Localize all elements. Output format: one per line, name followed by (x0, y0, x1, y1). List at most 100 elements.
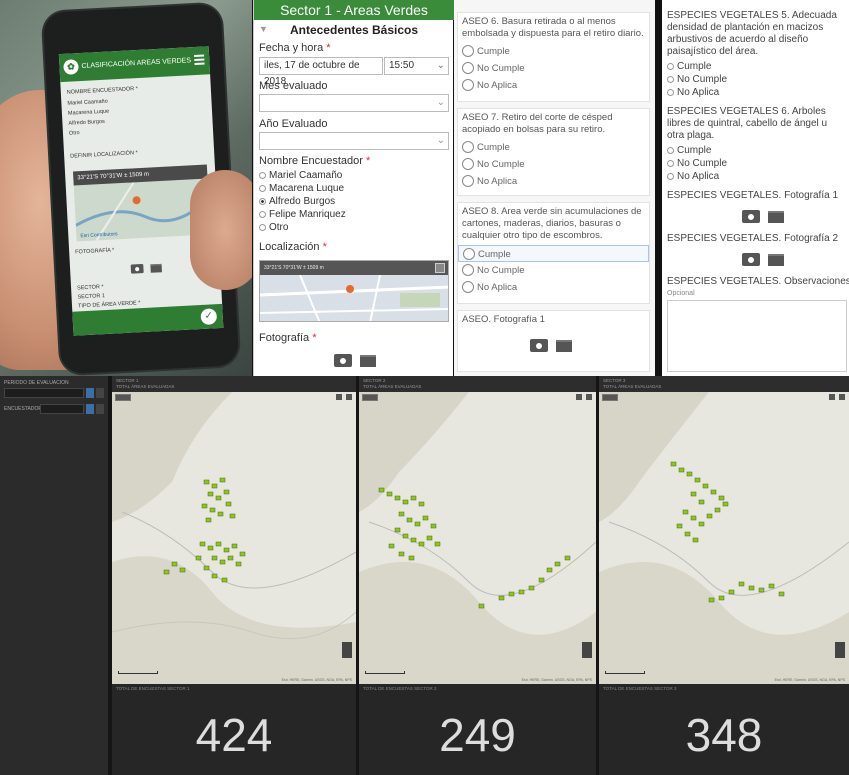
filter-button[interactable] (86, 404, 94, 414)
radio-icon[interactable] (667, 75, 674, 83)
radio-icon[interactable] (259, 184, 266, 192)
map-expand-icon[interactable] (435, 263, 445, 273)
phone-camera-icon[interactable] (128, 259, 165, 279)
radio-icon[interactable] (462, 158, 474, 171)
question-text: ASEO 6. Basura retirada o al menos embol… (462, 16, 644, 39)
option-cumple-focused[interactable]: Cumple (458, 245, 649, 262)
camera-icon[interactable] (334, 354, 352, 368)
form-antecedentes: Sector 1 - Areas Verdes ▼ Antecedentes B… (253, 0, 454, 376)
radio-icon[interactable] (463, 248, 475, 261)
radio-icon[interactable] (462, 264, 474, 277)
radio-icon[interactable] (667, 88, 674, 96)
map-title: SECTOR 2 (363, 378, 386, 383)
phone-line[interactable]: Mariel Caamaño (67, 99, 108, 107)
period-input[interactable] (4, 388, 84, 398)
encuestador-label: Nombre Encuestador * (259, 155, 371, 167)
option-no-aplica[interactable]: No Aplica (458, 279, 649, 296)
foto-buttons (334, 352, 376, 370)
phone-line[interactable]: Alfredo Burgos (68, 119, 105, 127)
radio-icon[interactable] (667, 159, 674, 167)
map-toolbar[interactable] (602, 394, 618, 401)
hora-input[interactable]: 15:50 ⌄ (384, 57, 449, 75)
option-no-aplica[interactable]: No Aplica (458, 77, 649, 94)
foto1-label: ESPECIES VEGETALES. Fotografía 1 (667, 190, 839, 201)
camera-icon[interactable] (742, 253, 760, 267)
foto-label: Fotografía * (259, 332, 317, 344)
encuestador-option[interactable]: Mariel Caamaño (259, 170, 342, 181)
filter-button[interactable] (86, 388, 94, 398)
filter-sidebar: PERIODO DE EVALUACION ENCUESTADOR (0, 376, 108, 775)
counter-value: 348 (685, 709, 763, 761)
phone-line[interactable]: SECTOR 1 (77, 293, 105, 300)
radio-icon[interactable] (462, 62, 474, 75)
obs-textarea[interactable] (667, 300, 847, 372)
search-icon[interactable] (336, 394, 342, 400)
search-icon[interactable] (576, 394, 582, 400)
app-logo-icon: ✿ (63, 59, 79, 75)
foto2-buttons (742, 251, 784, 269)
clear-button[interactable] (96, 404, 104, 414)
layers-icon[interactable] (839, 394, 845, 400)
submit-check-icon[interactable]: ✓ (200, 308, 218, 326)
folder-icon[interactable] (768, 253, 784, 266)
option-cumple[interactable]: Cumple (458, 43, 649, 60)
encuestador-option[interactable]: Otro (259, 222, 288, 233)
radio-icon[interactable] (259, 171, 266, 179)
counter-title: TOTAL DE ENCUESTAS SECTOR 3 (603, 686, 677, 691)
option-no-aplica[interactable]: No Aplica (458, 173, 649, 190)
map-toolbar[interactable] (362, 394, 378, 401)
phone-line[interactable]: Otro (69, 130, 80, 137)
radio-icon[interactable] (462, 281, 474, 294)
localizacion-map[interactable]: 33°21'S 70°31'W ± 1509 m (259, 260, 449, 322)
anio-select[interactable]: ⌄ (259, 132, 449, 150)
thumb-image (190, 170, 252, 290)
option-no-aplica[interactable]: No Aplica (667, 170, 719, 183)
option-cumple[interactable]: Cumple (667, 60, 711, 73)
hamburger-menu-icon[interactable] (194, 54, 205, 66)
map-view[interactable]: Esri, HERE, Garmin, USGS, NGA, EPA, NPS (112, 392, 356, 684)
radio-icon[interactable] (462, 175, 474, 188)
option-no-cumple[interactable]: No Cumple (667, 157, 727, 170)
fecha-input[interactable]: iles, 17 de octubre de 2018 (259, 57, 383, 87)
radio-icon[interactable] (259, 223, 266, 231)
encuestador-option[interactable]: Macarena Luque (259, 183, 344, 194)
layers-icon[interactable] (346, 394, 352, 400)
option-no-cumple[interactable]: No Cumple (458, 60, 649, 77)
counter-sector2: TOTAL DE ENCUESTAS SECTOR 2 249 (359, 684, 596, 775)
radio-icon[interactable] (259, 210, 266, 218)
clear-button[interactable] (96, 388, 104, 398)
localizacion-label: Localización * (259, 241, 327, 253)
mes-select[interactable]: ⌄ (259, 94, 449, 112)
radio-icon[interactable] (462, 141, 474, 154)
radio-icon[interactable] (667, 172, 674, 180)
option-cumple[interactable]: Cumple (458, 139, 649, 156)
encuestador-option-selected[interactable]: Alfredo Burgos (259, 196, 335, 207)
encuestador-option[interactable]: Felipe Manriquez (259, 209, 346, 220)
map-toolbar[interactable] (115, 394, 131, 401)
obs-label: ESPECIES VEGETALES. Observaciones (667, 276, 849, 287)
radio-icon[interactable] (462, 79, 474, 92)
encuestador-input[interactable] (40, 404, 84, 414)
layers-icon[interactable] (586, 394, 592, 400)
option-no-cumple[interactable]: No Cumple (458, 156, 649, 173)
map-canvas (359, 392, 596, 684)
folder-icon[interactable] (556, 339, 572, 352)
radio-selected-icon[interactable] (259, 197, 266, 205)
folder-icon[interactable] (768, 210, 784, 223)
option-cumple[interactable]: Cumple (667, 144, 711, 157)
radio-icon[interactable] (667, 62, 674, 70)
map-view[interactable]: Esri, HERE, Garmin, USGS, NGA, EPA, NPS (599, 392, 849, 684)
option-no-cumple[interactable]: No Cumple (667, 73, 727, 86)
map-view[interactable]: Esri, HERE, Garmin, USGS, NGA, EPA, NPS (359, 392, 596, 684)
counter-title: TOTAL DE ENCUESTAS SECTOR 1 (116, 686, 190, 691)
option-no-aplica[interactable]: No Aplica (667, 86, 719, 99)
radio-icon[interactable] (462, 45, 474, 58)
folder-icon[interactable] (360, 354, 376, 367)
camera-icon[interactable] (742, 210, 760, 224)
phone-line[interactable]: Macarena Luque (68, 109, 110, 117)
camera-icon[interactable] (530, 339, 548, 353)
option-no-cumple[interactable]: No Cumple (458, 262, 649, 279)
question-text: ASEO. Fotografía 1 (462, 314, 545, 325)
radio-icon[interactable] (667, 146, 674, 154)
search-icon[interactable] (829, 394, 835, 400)
